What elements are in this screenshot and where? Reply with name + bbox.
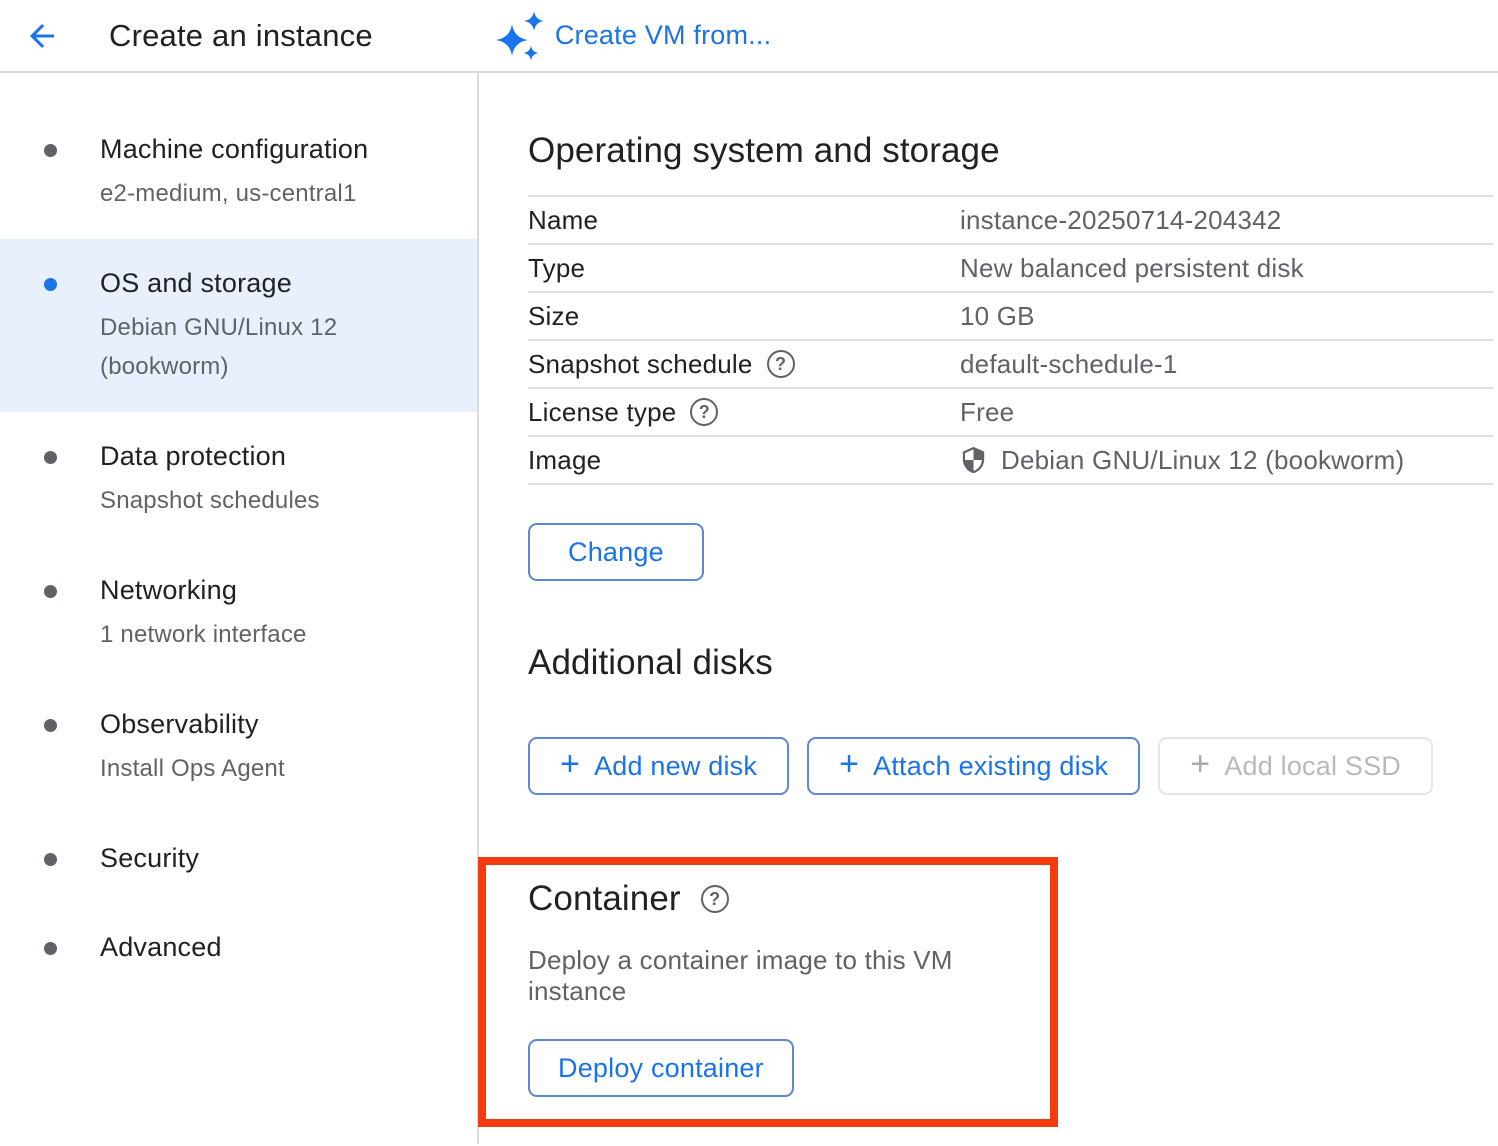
row-label: Name — [528, 205, 960, 236]
row-label: Type — [528, 253, 960, 284]
os-storage-summary-table: Name instance-20250714-204342 Type New b… — [528, 195, 1493, 485]
sidebar-item-subtitle: Snapshot schedules — [100, 481, 320, 520]
sidebar-item-label: Advanced — [100, 929, 222, 966]
button-label: Add new disk — [594, 751, 757, 782]
button-label: Add local SSD — [1224, 751, 1401, 782]
sidebar-item-label: OS and storage — [100, 265, 400, 302]
change-button[interactable]: Change — [528, 523, 704, 581]
table-row-size: Size 10 GB — [528, 291, 1493, 339]
os-and-storage-heading: Operating system and storage — [528, 131, 1498, 171]
table-row-type: Type New balanced persistent disk — [528, 243, 1493, 291]
add-new-disk-button[interactable]: Add new disk — [528, 737, 789, 795]
plus-icon — [560, 747, 580, 781]
step-indicator-dot-active — [44, 278, 57, 291]
sidebar-item-security[interactable]: Security — [0, 814, 477, 903]
create-vm-from-label: Create VM from... — [555, 20, 771, 51]
help-icon[interactable] — [701, 885, 729, 913]
help-icon[interactable] — [690, 398, 718, 426]
step-indicator-dot — [44, 853, 57, 866]
table-row-license-type: License type Free — [528, 387, 1493, 435]
step-indicator-dot — [44, 585, 57, 598]
os-shield-icon — [960, 447, 987, 474]
page-header: Create an instance Create VM from... — [0, 0, 1498, 73]
row-label-text: License type — [528, 397, 676, 428]
sidebar-item-observability[interactable]: Observability Install Ops Agent — [0, 680, 477, 814]
button-label: Attach existing disk — [873, 751, 1108, 782]
table-row-name: Name instance-20250714-204342 — [528, 195, 1493, 243]
arrow-back-icon — [24, 18, 60, 54]
help-icon[interactable] — [767, 350, 795, 378]
table-row-image: Image — [528, 435, 1493, 483]
page-title: Create an instance — [109, 18, 373, 54]
steps-sidebar: Machine configuration e2-medium, us-cent… — [0, 73, 479, 1144]
step-indicator-dot — [44, 942, 57, 955]
step-indicator-dot — [44, 144, 57, 157]
row-label-text: Snapshot schedule — [528, 349, 753, 380]
sidebar-item-data-protection[interactable]: Data protection Snapshot schedules — [0, 412, 477, 546]
row-value: default-schedule-1 — [960, 349, 1178, 380]
container-heading: Container — [528, 879, 681, 919]
container-section-highlight-box: Container Deploy a container image to th… — [478, 857, 1058, 1127]
attach-existing-disk-button[interactable]: Attach existing disk — [807, 737, 1140, 795]
row-value: Debian GNU/Linux 12 (bookworm) — [960, 445, 1404, 476]
table-row-snapshot-schedule: Snapshot schedule default-schedule-1 — [528, 339, 1493, 387]
sidebar-item-machine-configuration[interactable]: Machine configuration e2-medium, us-cent… — [0, 105, 477, 239]
row-label: Snapshot schedule — [528, 349, 960, 380]
sidebar-item-label: Security — [100, 840, 199, 877]
deploy-button-label: Deploy container — [558, 1053, 764, 1084]
plus-icon — [839, 747, 859, 781]
gemini-sparkle-icon — [495, 10, 543, 62]
sidebar-item-label: Data protection — [100, 438, 320, 475]
sidebar-item-label: Observability — [100, 706, 285, 743]
sidebar-item-subtitle: e2-medium, us-central1 — [100, 174, 368, 213]
deploy-container-button[interactable]: Deploy container — [528, 1039, 794, 1097]
sidebar-item-advanced[interactable]: Advanced — [0, 903, 477, 992]
image-value-text: Debian GNU/Linux 12 (bookworm) — [1001, 445, 1404, 476]
plus-icon — [1190, 747, 1210, 781]
back-button[interactable] — [22, 16, 62, 56]
sidebar-item-networking[interactable]: Networking 1 network interface — [0, 546, 477, 680]
sidebar-item-subtitle: Install Ops Agent — [100, 749, 285, 788]
row-value: instance-20250714-204342 — [960, 205, 1281, 236]
container-description: Deploy a container image to this VM inst… — [528, 945, 1050, 1007]
row-value: New balanced persistent disk — [960, 253, 1304, 284]
add-local-ssd-button: Add local SSD — [1158, 737, 1433, 795]
create-vm-from-button[interactable]: Create VM from... — [495, 10, 771, 62]
row-value: 10 GB — [960, 301, 1035, 332]
disk-buttons-row: Add new disk Attach existing disk Add lo… — [528, 737, 1498, 795]
sidebar-item-label: Networking — [100, 572, 307, 609]
step-indicator-dot — [44, 451, 57, 464]
change-button-label: Change — [568, 537, 664, 568]
step-indicator-dot — [44, 719, 57, 732]
row-value: Free — [960, 397, 1014, 428]
row-label: Image — [528, 445, 960, 476]
sidebar-item-os-and-storage[interactable]: OS and storage Debian GNU/Linux 12 (book… — [0, 239, 477, 412]
main-panel: Operating system and storage Name instan… — [479, 73, 1498, 1144]
additional-disks-heading: Additional disks — [528, 643, 1498, 683]
sidebar-item-subtitle: Debian GNU/Linux 12 (bookworm) — [100, 308, 400, 386]
row-label: Size — [528, 301, 960, 332]
sidebar-item-label: Machine configuration — [100, 131, 368, 168]
sidebar-item-subtitle: 1 network interface — [100, 615, 307, 654]
row-label: License type — [528, 397, 960, 428]
